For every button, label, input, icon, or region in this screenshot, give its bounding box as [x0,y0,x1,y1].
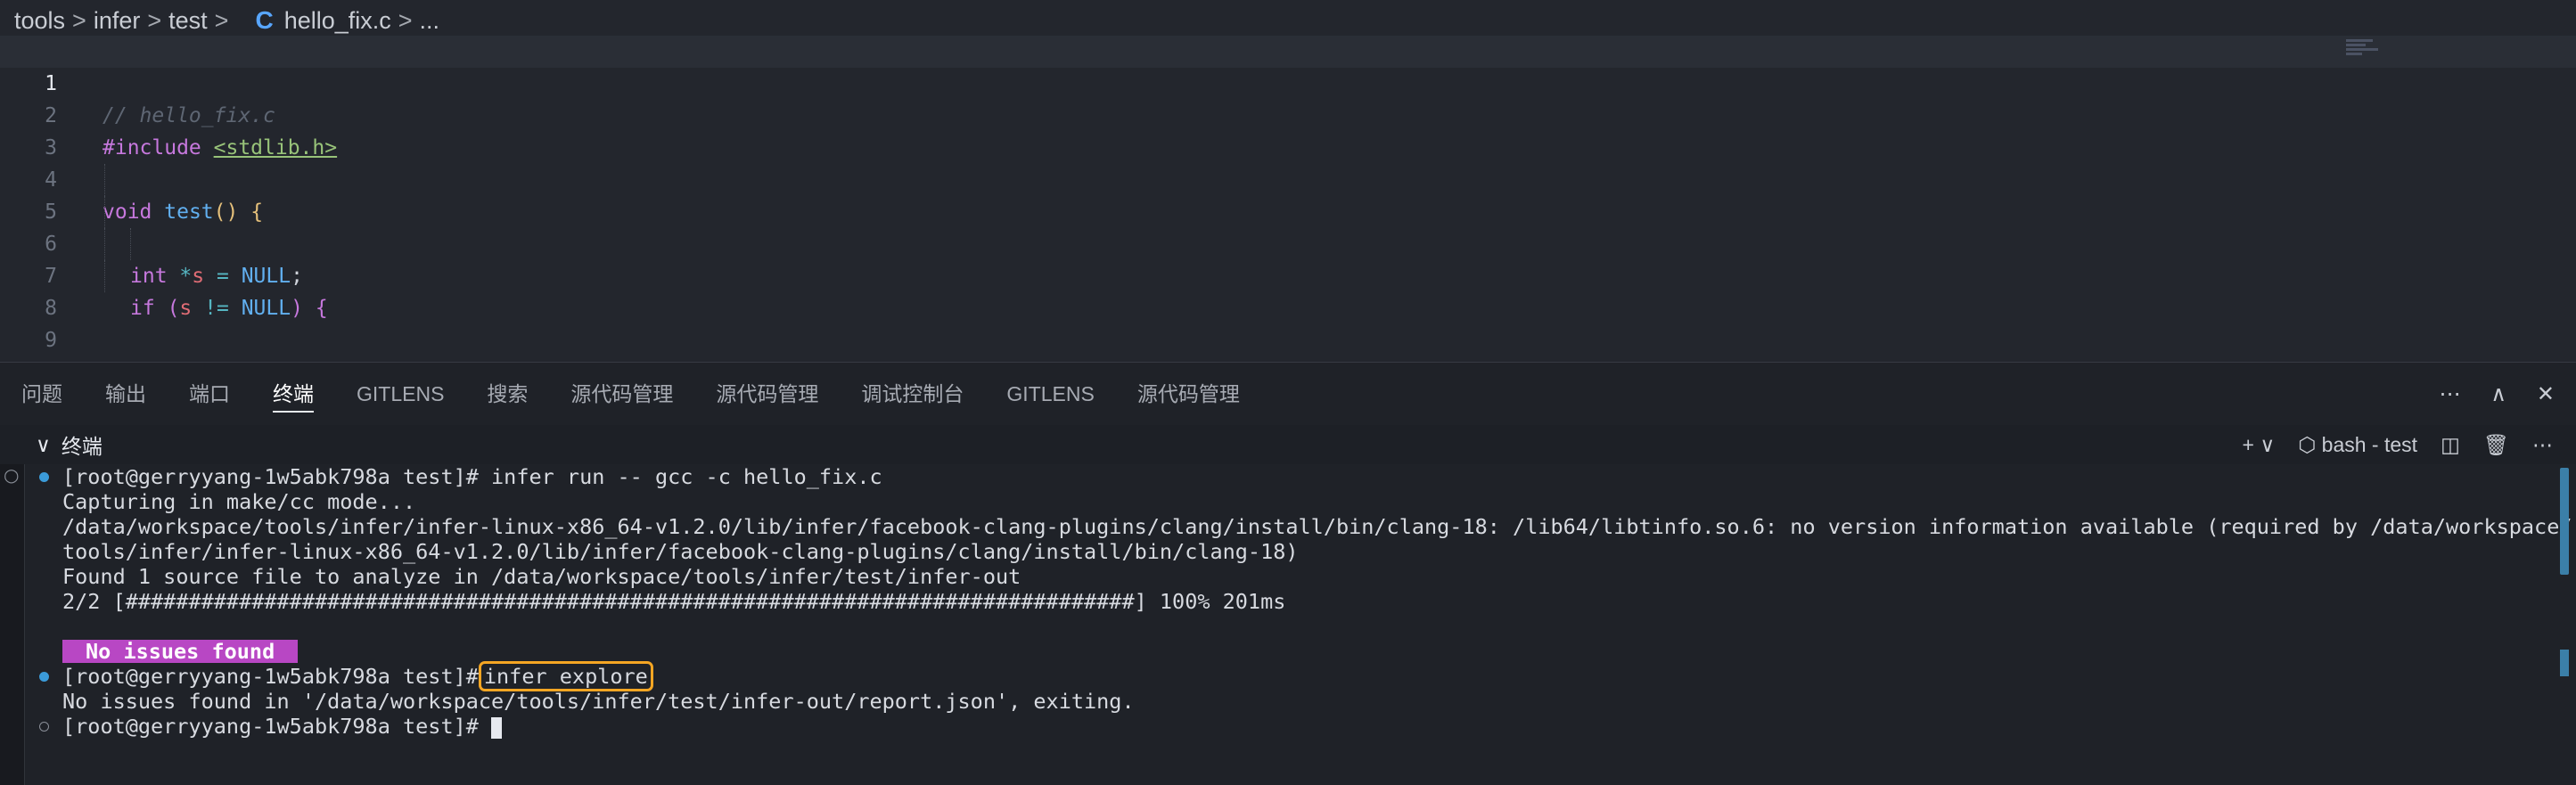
terminal-line: tools/infer/infer-linux-x86_64-v1.2.0/li… [36,539,2549,564]
chevron-right-icon: > [72,6,86,34]
terminal-text: [root@gerryyang-1w5abk798a test]# infer … [62,464,882,489]
terminal-line: Found 1 source file to analyze in /data/… [36,564,2549,589]
chevron-down-icon[interactable]: ∨ [36,433,51,457]
indent-guide [130,228,131,260]
code-line[interactable]: 6 if (s != NULL) { [0,196,2576,320]
terminal-output[interactable]: [root@gerryyang-1w5abk798a test]# infer … [36,464,2572,739]
tab-terminal[interactable]: 终端 [273,363,314,425]
terminal-line: Capturing in make/cc mode... [36,489,2549,514]
terminal-line: No issues found [36,639,2549,664]
c-file-icon: C [255,6,274,34]
terminal-profile-icon: ⬡ [2298,432,2317,456]
highlighted-command: infer explore [478,661,653,691]
terminal-text: Capturing in make/cc mode... [62,489,416,514]
breadcrumb-item-tools[interactable]: tools [14,7,65,35]
terminal-profile-label: bash - test [2321,432,2418,456]
terminal-line: [root@gerryyang-1w5abk798a test]# infer … [36,464,2549,489]
more-icon[interactable]: ⋯ [2439,381,2460,406]
close-icon[interactable]: ✕ [2537,381,2555,406]
chevron-right-icon: > [398,6,413,34]
indent-guide [104,196,105,228]
split-terminal-icon[interactable]: ◫ [2441,433,2460,457]
no-issues-badge: No issues found [62,640,299,663]
code-line[interactable]: 3 [0,100,2576,159]
terminal-header: ∨ 终端 + ∨ ⬡ bash - test ◫ 🗑 ⋯ [0,425,2576,464]
breadcrumb: tools > infer > test > C hello_fix.c > .… [14,4,447,37]
terminal-line: [root@gerryyang-1w5abk798a test]# [36,714,2549,739]
tab-search[interactable]: 搜索 [487,363,528,425]
code-line[interactable]: 4 void test() { [0,132,2576,224]
chevron-right-icon: > [214,6,229,34]
command-pending-icon[interactable] [39,722,49,732]
scrollbar-marker [2560,650,2569,676]
more-icon[interactable]: ⋯ [2532,433,2553,457]
code-editor[interactable]: 1 // hello_fix.c 2 #include <stdlib.h> 3… [0,36,2576,384]
editor-area[interactable]: tools > infer > test > C hello_fix.c > .… [0,0,2576,384]
code-line[interactable]: 8 } [0,260,2576,384]
tab-source-control-2[interactable]: 源代码管理 [716,363,818,425]
terminal-text: /data/workspace/tools/infer/infer-linux-… [62,514,2572,539]
maximize-icon[interactable]: ∧ [2490,381,2506,406]
add-terminal-icon[interactable]: + ∨ [2243,433,2276,457]
tab-output[interactable]: 输出 [105,363,146,425]
breadcrumb-item-file[interactable]: hello_fix.c [284,7,391,35]
tab-ports[interactable]: 端口 [189,363,230,425]
breadcrumb-item-test[interactable]: test [168,7,208,35]
tab-problems[interactable]: 问题 [21,363,62,425]
terminal-line: 2/2 [###################################… [36,589,2549,614]
code-line[interactable]: 1 // hello_fix.c [0,36,2576,127]
trash-icon[interactable]: 🗑 [2483,433,2509,457]
minimap[interactable] [2346,39,2380,64]
chevron-right-icon: > [147,6,162,34]
terminal-line: [root@gerryyang-1w5abk798a test]# infer e… [36,661,2549,691]
indent-guide [104,228,105,260]
tab-debug-console[interactable]: 调试控制台 [861,363,964,425]
terminal-cursor [491,716,503,739]
tab-gitlens-2[interactable]: GITLENS [1006,363,1094,425]
panel-actions: ⋯ ∧ ✕ [2439,363,2555,425]
terminal-prompt: [root@gerryyang-1w5abk798a test]# [62,714,492,739]
terminal-line: No issues found in '/data/workspace/tool… [36,689,2549,714]
terminal-text: Found 1 source file to analyze in /data/… [62,564,1021,589]
panel-tab-bar: 问题 输出 端口 终端 GITLENS 搜索 源代码管理 源代码管理 调试控制台… [0,363,2576,425]
terminal-scrollbar[interactable] [2560,468,2569,575]
terminal-profile[interactable]: ⬡ bash - test [2298,433,2417,457]
terminal-prompt: [root@gerryyang-1w5abk798a test]# [62,664,479,689]
breadcrumb-item-more[interactable]: ... [420,7,440,35]
terminal-text: tools/infer/infer-linux-x86_64-v1.2.0/li… [62,539,1299,564]
tab-gitlens[interactable]: GITLENS [357,363,444,425]
source-control-icon[interactable]: ○ [4,464,19,486]
code-line[interactable]: 10 [0,324,2576,384]
terminal-text: 2/2 [###################################… [62,589,1286,614]
code-line[interactable]: 9 } [0,292,2576,384]
bottom-panel: 问题 输出 端口 终端 GITLENS 搜索 源代码管理 源代码管理 调试控制台… [0,362,2576,785]
command-success-icon[interactable] [39,672,49,682]
terminal-line: /data/workspace/tools/infer/infer-linux-… [36,514,2572,539]
tab-source-control-3[interactable]: 源代码管理 [1137,363,1240,425]
indent-guide [104,164,105,196]
code-line[interactable]: 5 int *s = NULL; [0,164,2576,288]
code-line[interactable]: 7 *s = 42; [0,228,2576,384]
code-line[interactable]: 2 #include <stdlib.h> [0,68,2576,159]
terminal-text: No issues found in '/data/workspace/tool… [62,689,1135,714]
indent-guide [104,260,105,292]
terminal-section-title: 终端 [61,435,103,458]
tab-source-control-1[interactable]: 源代码管理 [570,363,673,425]
terminal-side-strip: › ○ [0,425,25,785]
command-success-icon[interactable] [39,472,49,482]
breadcrumb-item-infer[interactable]: infer [94,7,141,35]
